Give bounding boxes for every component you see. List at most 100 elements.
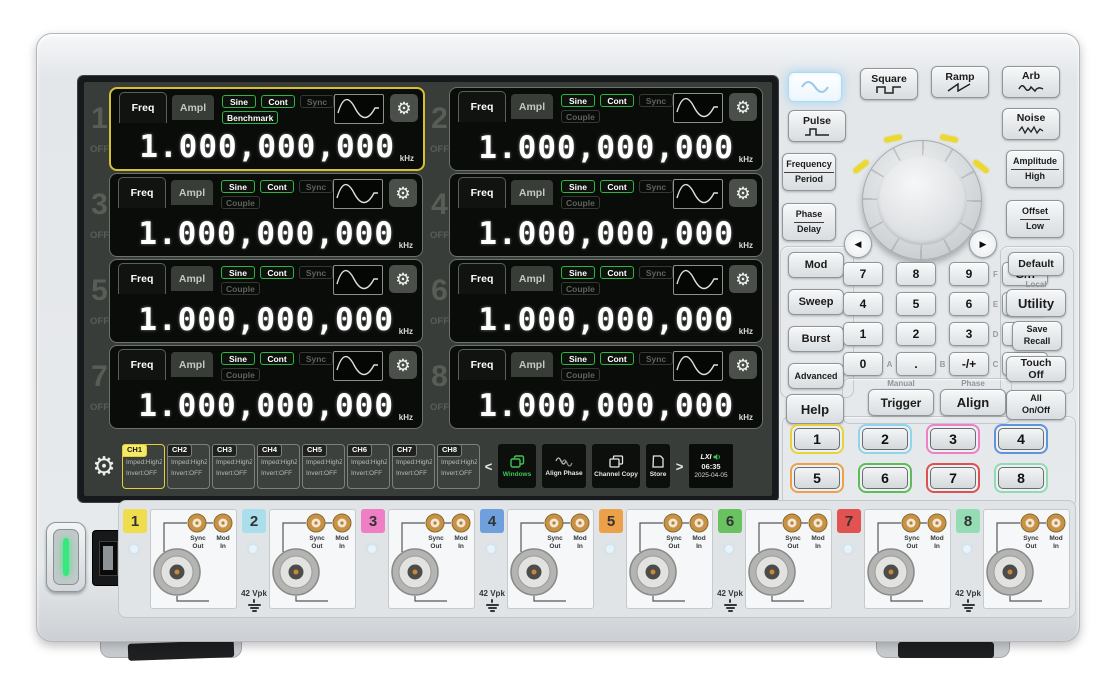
- keypad-key[interactable]: 3: [949, 322, 989, 346]
- channel-select-key[interactable]: 2: [858, 424, 912, 454]
- keypad-key[interactable]: .: [896, 352, 936, 376]
- channel-panel[interactable]: 5 OFF Freq Ampl Sine Cont Sync Couple: [90, 259, 422, 343]
- burst-button[interactable]: Burst: [788, 326, 844, 352]
- ampl-tab[interactable]: Ampl: [511, 94, 553, 119]
- sync-badge[interactable]: Sync: [639, 352, 673, 365]
- taskbar-channel-tab[interactable]: CH2 Imped:HighZ Invert:OFF: [167, 444, 210, 489]
- sync-badge[interactable]: Sync: [299, 352, 333, 365]
- keypad-key[interactable]: 0: [843, 352, 883, 376]
- sub-mode-badge[interactable]: Couple: [561, 196, 600, 209]
- cursor-left-button[interactable]: ◀: [844, 230, 872, 258]
- ampl-tab[interactable]: Ampl: [511, 352, 553, 377]
- freq-tab[interactable]: Freq: [118, 177, 166, 208]
- sub-mode-badge[interactable]: Couple: [221, 282, 260, 295]
- waveform-badge[interactable]: Sine: [561, 266, 595, 279]
- trigger-button[interactable]: Trigger: [868, 389, 934, 416]
- status-box[interactable]: LXI 06:35 2025-04-05: [688, 443, 734, 489]
- mod-button[interactable]: Mod: [788, 252, 844, 278]
- taskbar-channel-tab[interactable]: CH4 Imped:HighZ Invert:OFF: [257, 444, 300, 489]
- ampl-tab[interactable]: Ampl: [171, 180, 213, 205]
- continuous-badge[interactable]: Cont: [260, 180, 294, 193]
- keypad-key[interactable]: 2: [896, 322, 936, 346]
- continuous-badge[interactable]: Cont: [600, 94, 634, 107]
- sync-badge[interactable]: Sync: [639, 266, 673, 279]
- advanced-button[interactable]: Advanced: [788, 363, 844, 389]
- channel-select-key[interactable]: 5: [790, 463, 844, 493]
- sine-wave-button[interactable]: [788, 72, 842, 102]
- system-settings-gear-icon[interactable]: ⚙: [90, 453, 118, 479]
- sub-mode-badge[interactable]: Couple: [561, 368, 600, 381]
- sync-badge[interactable]: Sync: [299, 266, 333, 279]
- sync-badge[interactable]: Sync: [639, 180, 673, 193]
- ampl-tab[interactable]: Ampl: [511, 180, 553, 205]
- freq-tab[interactable]: Freq: [458, 263, 506, 294]
- sync-badge[interactable]: Sync: [639, 94, 673, 107]
- freq-tab[interactable]: Freq: [458, 177, 506, 208]
- save-recall-button[interactable]: Save Recall: [1012, 321, 1062, 351]
- touch-off-button[interactable]: Touch Off: [1006, 356, 1066, 382]
- taskbar-channel-tab[interactable]: CH7 Imped:HighZ Invert:OFF: [392, 444, 435, 489]
- noise-wave-button[interactable]: Noise: [1002, 108, 1060, 140]
- waveform-badge[interactable]: Sine: [561, 94, 595, 107]
- keypad-key[interactable]: 8: [896, 262, 936, 286]
- freq-tab[interactable]: Freq: [118, 349, 166, 380]
- freq-tab[interactable]: Freq: [458, 349, 506, 380]
- channel-panel[interactable]: 1 OFF Freq Ampl Sine Cont Sync Benchmark: [90, 87, 422, 171]
- channel-select-key[interactable]: 7: [926, 463, 980, 493]
- sub-mode-badge[interactable]: Couple: [221, 368, 260, 381]
- keypad-key[interactable]: 1: [843, 322, 883, 346]
- channel-panel[interactable]: 4 OFF Freq Ampl Sine Cont Sync Couple: [430, 173, 762, 257]
- waveform-badge[interactable]: Sine: [561, 352, 595, 365]
- keypad-key[interactable]: -/+: [949, 352, 989, 376]
- taskbar-channel-tab[interactable]: CH3 Imped:HighZ Invert:OFF: [212, 444, 255, 489]
- arb-wave-button[interactable]: Arb: [1002, 66, 1060, 98]
- scroll-left-icon[interactable]: <: [484, 459, 493, 474]
- sub-mode-badge[interactable]: Couple: [561, 110, 600, 123]
- sync-badge[interactable]: Sync: [299, 180, 333, 193]
- default-button[interactable]: Default: [1008, 252, 1064, 276]
- channel-select-key[interactable]: 1: [790, 424, 844, 454]
- store-button[interactable]: Store: [645, 443, 671, 489]
- channel-panel[interactable]: 8 OFF Freq Ampl Sine Cont Sync Couple: [430, 345, 762, 429]
- ramp-wave-button[interactable]: Ramp: [931, 66, 989, 98]
- channel-select-key[interactable]: 8: [994, 463, 1048, 493]
- channel-panel[interactable]: 2 OFF Freq Ampl Sine Cont Sync Couple: [430, 87, 762, 171]
- keypad-key[interactable]: 9: [949, 262, 989, 286]
- freq-tab[interactable]: Freq: [119, 92, 167, 123]
- channel-settings-gear-icon[interactable]: ⚙: [729, 179, 757, 207]
- taskbar-channel-tab[interactable]: CH6 Imped:HighZ Invert:OFF: [347, 444, 390, 489]
- freq-tab[interactable]: Freq: [118, 263, 166, 294]
- offset-low-button[interactable]: Offset Low: [1006, 200, 1064, 238]
- ampl-tab[interactable]: Ampl: [171, 352, 213, 377]
- align-button[interactable]: Align: [940, 389, 1006, 416]
- taskbar-channel-tab[interactable]: CH5 Imped:HighZ Invert:OFF: [302, 444, 345, 489]
- channel-copy-button[interactable]: Channel Copy: [591, 443, 641, 489]
- channel-select-key[interactable]: 3: [926, 424, 980, 454]
- utility-button[interactable]: Utility: [1006, 289, 1066, 317]
- continuous-badge[interactable]: Cont: [260, 352, 294, 365]
- channel-panel[interactable]: 7 OFF Freq Ampl Sine Cont Sync Couple: [90, 345, 422, 429]
- continuous-badge[interactable]: Cont: [600, 266, 634, 279]
- channel-select-key[interactable]: 6: [858, 463, 912, 493]
- waveform-badge[interactable]: Sine: [221, 352, 255, 365]
- pulse-wave-button[interactable]: Pulse: [788, 110, 846, 142]
- cursor-right-button[interactable]: ▶: [969, 230, 997, 258]
- scroll-right-icon[interactable]: >: [675, 459, 684, 474]
- ampl-tab[interactable]: Ampl: [171, 266, 213, 291]
- all-on-off-button[interactable]: All On/Off: [1006, 390, 1066, 420]
- waveform-badge[interactable]: Sine: [221, 180, 255, 193]
- phase-delay-button[interactable]: Phase Delay: [782, 203, 836, 241]
- power-button[interactable]: [46, 522, 86, 592]
- taskbar-channel-tab[interactable]: CH1 Imped:HighZ Invert:OFF: [122, 444, 165, 489]
- keypad-key[interactable]: 5: [896, 292, 936, 316]
- ampl-tab[interactable]: Ampl: [511, 266, 553, 291]
- waveform-badge[interactable]: Sine: [221, 266, 255, 279]
- channel-settings-gear-icon[interactable]: ⚙: [729, 265, 757, 293]
- channel-panel[interactable]: 6 OFF Freq Ampl Sine Cont Sync Couple: [430, 259, 762, 343]
- channel-panel[interactable]: 3 OFF Freq Ampl Sine Cont Sync Couple: [90, 173, 422, 257]
- channel-settings-gear-icon[interactable]: ⚙: [389, 351, 417, 379]
- frequency-period-button[interactable]: Frequency Period: [782, 153, 836, 191]
- waveform-badge[interactable]: Sine: [561, 180, 595, 193]
- continuous-badge[interactable]: Cont: [260, 266, 294, 279]
- channel-settings-gear-icon[interactable]: ⚙: [729, 351, 757, 379]
